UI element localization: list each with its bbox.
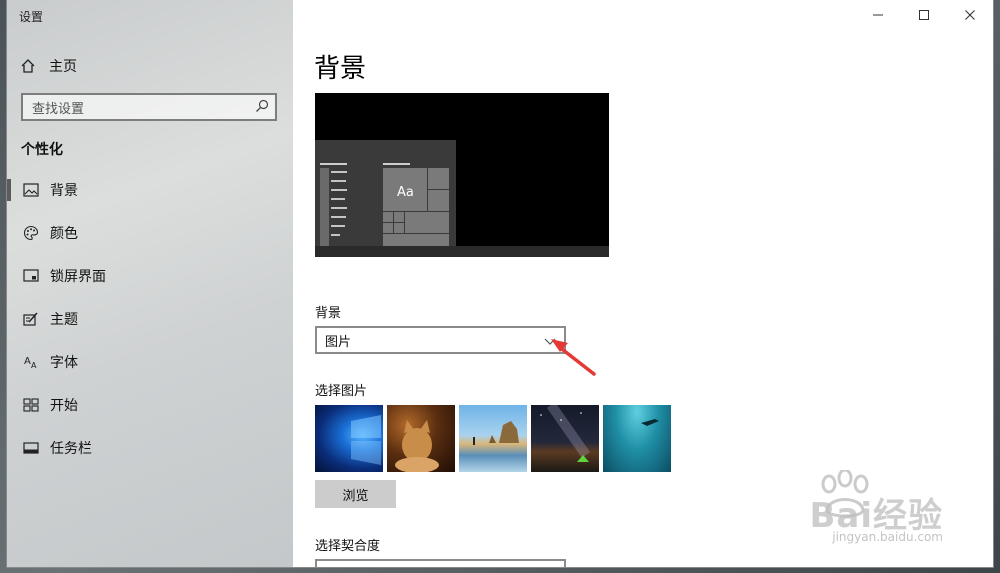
preview-taskbar [315,246,609,257]
sidebar-item-label: 主题 [50,312,78,328]
baidu-watermark: Bai经验 jingyan.baidu.com [753,470,943,550]
page-title: 背景 [314,54,367,84]
svg-text:A: A [24,356,31,367]
background-label: 背景 [315,306,342,321]
settings-window: 设置 主页 查找设置 个性化 背景 颜色 锁屏界面 主题 A A 字体 开始 任… [7,0,993,567]
image-icon [21,180,41,200]
underwater-swimmer-graphic [641,419,659,426]
fit-dropdown[interactable] [315,559,566,567]
sidebar-item-background[interactable]: 背景 [7,170,293,210]
home-label: 主页 [49,59,77,75]
sidebar-item-start[interactable]: 开始 [7,385,293,425]
sidebar-item-colors[interactable]: 颜色 [7,213,293,253]
palette-icon [21,223,41,243]
search-input[interactable]: 查找设置 [21,93,277,121]
windows-logo-graphic [351,415,381,465]
sidebar-item-label: 字体 [50,355,78,371]
lock-screen-icon [21,266,41,286]
choose-picture-label: 选择图片 [315,384,368,399]
thumbnail-beach-rocks[interactable] [459,405,527,472]
start-icon [21,395,41,415]
svg-text:A: A [31,361,37,370]
thumbnail-underwater[interactable] [603,405,671,472]
main-content: 背景 Aa 背景 图片 选择图片 浏览 选择契合度 Bai经验 jingyan.… [293,0,993,567]
search-placeholder: 查找设置 [32,101,85,117]
preview-sample-text: Aa [397,185,414,200]
preview-start-menu [315,140,456,246]
sidebar-item-label: 颜色 [50,226,78,242]
background-type-dropdown[interactable]: 图片 [315,326,566,354]
background-preview: Aa [315,93,609,257]
sidebar-item-fonts[interactable]: AA 字体 [7,342,293,382]
font-icon: AA [21,352,41,372]
sidebar-item-themes[interactable]: 主题 [7,299,293,339]
sidebar-item-label: 任务栏 [50,441,92,457]
thumbnail-windows-logo[interactable] [315,405,383,472]
thumbnail-night-sky[interactable] [531,405,599,472]
search-icon [255,98,269,117]
picture-thumbnails [315,405,671,472]
choose-fit-label: 选择契合度 [315,539,381,554]
night-sky-graphic [540,405,591,462]
home-icon [19,57,37,75]
taskbar-icon [21,438,41,458]
home-nav-item[interactable]: 主页 [19,55,77,77]
sidebar-item-label: 开始 [50,398,78,414]
browse-button[interactable]: 浏览 [315,480,396,508]
sidebar-item-lock-screen[interactable]: 锁屏界面 [7,256,293,296]
background-type-value: 图片 [325,334,352,350]
section-title: 个性化 [21,142,63,158]
sidebar: 设置 主页 查找设置 个性化 背景 颜色 锁屏界面 主题 A A 字体 开始 任… [7,0,293,567]
beach-rocks-graphic [473,421,519,445]
app-title: 设置 [19,10,44,24]
sidebar-item-label: 锁屏界面 [50,269,106,285]
preview-start-menu-graphic [320,163,449,246]
theme-icon [21,309,41,329]
annotation-arrow [551,339,596,376]
sidebar-item-taskbar[interactable]: 任务栏 [7,428,293,468]
cat-graphic [395,420,439,472]
sidebar-item-label: 背景 [50,183,78,199]
thumbnail-cat[interactable] [387,405,455,472]
watermark-subtext: jingyan.baidu.com [832,530,943,544]
